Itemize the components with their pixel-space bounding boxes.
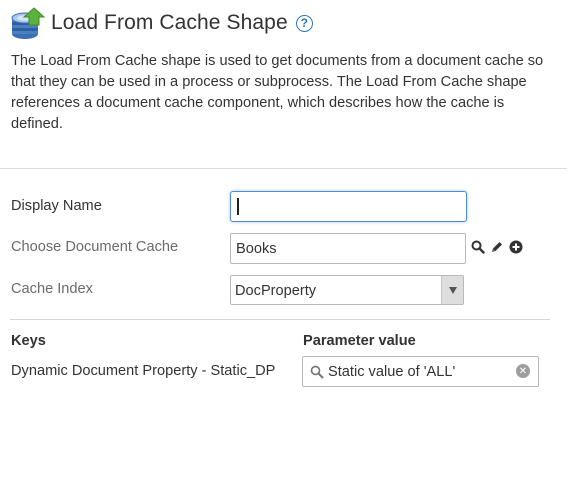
text-caret bbox=[237, 198, 239, 215]
plus-circle-icon[interactable] bbox=[509, 240, 523, 259]
question-circle-icon[interactable]: ? bbox=[295, 14, 313, 32]
dropdown-arrow-button[interactable] bbox=[441, 276, 463, 304]
display-name-input[interactable] bbox=[230, 191, 467, 222]
shape-description: The Load From Cache shape is used to get… bbox=[11, 53, 544, 132]
clear-icon[interactable]: ✕ bbox=[516, 364, 530, 378]
divider bbox=[0, 168, 567, 169]
cache-index-select[interactable]: DocProperty bbox=[230, 275, 464, 305]
cache-index-selected: DocProperty bbox=[235, 283, 317, 299]
search-icon bbox=[310, 365, 324, 384]
parameter-value-field[interactable]: Static value of 'ALL' ✕ bbox=[302, 356, 539, 387]
header: Load From Cache Shape ? bbox=[10, 6, 313, 40]
caret-down-icon bbox=[448, 286, 457, 294]
cache-cylinder-upload-icon bbox=[10, 6, 46, 40]
divider bbox=[10, 319, 550, 320]
key-name: Dynamic Document Property - Static_DP bbox=[11, 363, 276, 379]
parameter-value-column-header: Parameter value bbox=[303, 333, 416, 349]
keys-column-header: Keys bbox=[11, 333, 46, 349]
pencil-icon[interactable] bbox=[490, 240, 504, 259]
parameter-value-text: Static value of 'ALL' bbox=[328, 364, 456, 380]
page-title: Load From Cache Shape bbox=[51, 11, 288, 34]
choose-document-cache-label: Choose Document Cache bbox=[11, 239, 179, 255]
document-cache-field[interactable]: Books bbox=[230, 233, 466, 264]
cache-index-label: Cache Index bbox=[11, 281, 93, 297]
search-icon[interactable] bbox=[471, 240, 485, 259]
display-name-label: Display Name bbox=[11, 198, 102, 214]
